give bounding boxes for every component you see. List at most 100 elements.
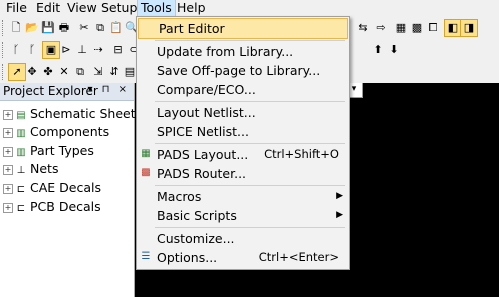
properties-icon[interactable]: ⧉	[72, 64, 88, 80]
menu-edit[interactable]: Edit	[33, 0, 63, 17]
panel-controls[interactable]: ▾ ⊓ ×	[87, 84, 130, 95]
layout-link-icon[interactable]: ▦	[393, 20, 409, 36]
toolbar-grip[interactable]	[2, 42, 6, 58]
pcb-decals-icon: ⊏	[16, 203, 26, 214]
menu-item-label: Basic Scripts	[157, 208, 237, 223]
add-text-icon[interactable]: ⇢	[90, 42, 106, 58]
menu-setup-label: Setup	[101, 0, 138, 15]
components-icon: ▥	[16, 128, 26, 139]
toggle-b-icon[interactable]: ◨	[460, 19, 478, 37]
menu-item-options[interactable]: ☰ Options... Ctrl+<Enter>	[137, 248, 349, 267]
add-2d-icon[interactable]: ⊟	[110, 42, 126, 58]
expand-icon[interactable]: +	[3, 109, 13, 120]
print-icon[interactable]: 🖶	[56, 20, 72, 36]
add-ref-icon[interactable]: ᚵ	[24, 42, 40, 58]
menu-item-layout-netlist[interactable]: Layout Netlist...	[137, 103, 349, 122]
menu-separator	[155, 101, 345, 102]
expand-icon[interactable]: +	[3, 183, 13, 194]
hierarchy-icon[interactable]: ⇨	[373, 20, 389, 36]
tree-item-cae-decals[interactable]: + ⊏ CAE Decals	[3, 179, 101, 197]
tree-item-components[interactable]: + ▥ Components	[3, 123, 109, 141]
tree-item-pcb-decals[interactable]: + ⊏ PCB Decals	[3, 198, 101, 216]
tree-item-nets[interactable]: + ⊥ Nets	[3, 160, 58, 178]
toolbar-grip[interactable]	[2, 64, 6, 80]
tree-item-part-types[interactable]: + ▥ Part Types	[3, 142, 94, 160]
tree-item-label: CAE Decals	[30, 180, 101, 195]
menu-item-spice-netlist[interactable]: SPICE Netlist...	[137, 122, 349, 141]
expand-icon[interactable]: +	[3, 127, 13, 138]
menu-file-label: File	[6, 0, 27, 15]
pin-icon[interactable]: ⇲	[90, 64, 106, 80]
tree-item-label: Schematic Sheets	[30, 106, 143, 121]
menu-item-label: Compare/ECO...	[157, 82, 256, 97]
menu-item-compare-eco[interactable]: Compare/ECO...	[137, 80, 349, 99]
menu-help-label: Help	[177, 0, 206, 15]
tree-item-label: Components	[30, 124, 110, 139]
menu-item-label: PADS Router...	[157, 166, 247, 181]
menu-item-save-off-page[interactable]: Save Off-page to Library...	[137, 61, 349, 80]
menu-separator	[155, 40, 345, 41]
tools-menu-dropdown: Part Editor Update from Library... Save …	[136, 16, 350, 270]
menu-setup[interactable]: Setup	[98, 0, 140, 17]
paste-icon[interactable]: 📋	[108, 20, 124, 36]
tree-item-label: Nets	[30, 161, 59, 176]
pads-layout-icon: ▦	[141, 148, 151, 159]
menu-item-basic-scripts[interactable]: Basic Scripts ▶	[137, 206, 349, 225]
tree-item-schematic-sheets[interactable]: + ▤ Schematic Sheets	[3, 105, 142, 123]
router-link-icon[interactable]: ▩	[409, 20, 425, 36]
menu-separator	[155, 143, 345, 144]
cut-icon[interactable]: ✂	[76, 20, 92, 36]
move-icon[interactable]: ✥	[24, 64, 40, 80]
menu-separator	[155, 185, 345, 186]
options-icon: ☰	[141, 251, 151, 262]
add-field-icon[interactable]: ᚴ	[8, 42, 24, 58]
submenu-arrow-icon: ▶	[336, 210, 343, 220]
menu-file[interactable]: File	[3, 0, 30, 17]
menu-item-label: SPICE Netlist...	[157, 124, 249, 139]
menu-view-label: View	[67, 0, 97, 15]
menu-view[interactable]: View	[64, 0, 100, 17]
menu-item-customize[interactable]: Customize...	[137, 229, 349, 248]
menu-item-label: PADS Layout...	[157, 147, 249, 162]
open-file-icon[interactable]: 📂	[24, 20, 40, 36]
project-explorer-panel: Project Explorer ▾ ⊓ × + ▤ Schematic Sheet…	[0, 83, 142, 297]
menu-bar: File Edit View Setup Tools Help	[0, 0, 499, 18]
menu-item-shortcut: Ctrl+Shift+O	[264, 147, 339, 161]
swap-icon[interactable]: ⇵	[106, 64, 122, 80]
new-file-icon[interactable]: 🗋	[8, 20, 24, 36]
menu-item-label: Macros	[157, 189, 202, 204]
pads-router-icon: ▩	[141, 167, 151, 178]
menu-item-pads-router[interactable]: ▩ PADS Router...	[137, 164, 349, 183]
move-down-icon[interactable]: ⬇	[386, 42, 402, 58]
library-icon[interactable]: ⧠	[425, 20, 441, 36]
expand-icon[interactable]: +	[3, 146, 13, 157]
menu-item-shortcut: Ctrl+<Enter>	[258, 250, 339, 264]
menu-item-label: Options...	[157, 250, 218, 265]
cae-decals-icon: ⊏	[16, 184, 26, 195]
nets-icon: ⊥	[16, 165, 26, 176]
save-icon[interactable]: 💾	[40, 20, 56, 36]
menu-help[interactable]: Help	[174, 0, 209, 17]
expand-icon[interactable]: +	[3, 164, 13, 175]
add-connection-icon[interactable]: ⊳	[58, 42, 74, 58]
move-up-icon[interactable]: ⬆	[370, 42, 386, 58]
menu-item-macros[interactable]: Macros ▶	[137, 187, 349, 206]
split-icon[interactable]: ✤	[40, 64, 56, 80]
menu-item-part-editor[interactable]: Part Editor	[138, 18, 348, 39]
tree-item-label: Part Types	[30, 143, 94, 158]
menu-item-label: Customize...	[157, 231, 235, 246]
delete-icon[interactable]: ✕	[56, 64, 72, 80]
menu-item-update-from-library[interactable]: Update from Library...	[137, 42, 349, 61]
menu-tools-label: Tools	[141, 0, 172, 15]
toolbar-grip[interactable]	[2, 20, 6, 36]
menu-item-pads-layout[interactable]: ▦ PADS Layout... Ctrl+Shift+O	[137, 145, 349, 164]
expand-icon[interactable]: +	[3, 202, 13, 213]
add-bus-icon[interactable]: ⊥	[74, 42, 90, 58]
menu-edit-label: Edit	[36, 0, 61, 15]
submenu-arrow-icon: ▶	[336, 191, 343, 201]
cross-probe-icon[interactable]: ⇆	[355, 20, 371, 36]
menu-item-label: Update from Library...	[157, 44, 294, 59]
copy-icon[interactable]: ⧉	[92, 20, 108, 36]
menu-item-label: Save Off-page to Library...	[157, 63, 321, 78]
menu-separator	[155, 227, 345, 228]
